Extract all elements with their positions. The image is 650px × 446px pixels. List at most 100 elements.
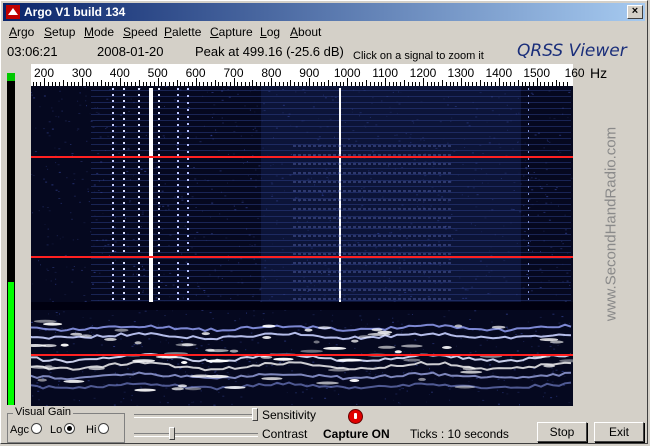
signal-blob <box>260 355 273 359</box>
noise-speck <box>549 141 551 143</box>
noise-speck <box>529 337 532 339</box>
noise-speck <box>286 352 288 354</box>
noise-speck <box>93 397 96 399</box>
signal-dot <box>123 208 125 210</box>
signal-dot <box>158 220 160 222</box>
noise-speck <box>338 393 340 395</box>
sensitivity-thumb[interactable] <box>252 408 258 421</box>
noise-speck <box>564 229 567 231</box>
contrast-slider[interactable] <box>134 426 258 442</box>
noise-speck <box>89 113 91 115</box>
noise-speck <box>129 201 131 203</box>
close-button[interactable]: × <box>627 5 643 19</box>
noise-speck <box>295 392 297 394</box>
exit-button[interactable]: Exit <box>594 422 644 442</box>
signal-blob <box>460 370 483 374</box>
agc-radio-dot[interactable] <box>30 423 42 434</box>
noise-speck <box>563 375 566 377</box>
noise-speck <box>38 210 40 212</box>
menu-palette[interactable]: Palette <box>164 25 201 39</box>
signal-blob <box>229 349 239 353</box>
signal-blob <box>491 325 506 329</box>
spectrogram-canvas[interactable] <box>31 86 573 406</box>
noise-speck <box>46 132 49 134</box>
noise-speck <box>221 340 224 341</box>
noise-speck <box>546 139 548 141</box>
menu-log[interactable]: Log <box>260 25 280 39</box>
menu-capture[interactable]: Capture <box>210 25 253 39</box>
noise-speck <box>239 318 241 320</box>
noise-speck <box>265 365 268 367</box>
menu-mode[interactable]: Mode <box>84 25 114 39</box>
stripe <box>91 234 571 235</box>
contrast-label: Contrast <box>262 427 308 441</box>
noise-speck <box>185 371 186 373</box>
visual-gain-group: Visual Gain Agc Lo Hi <box>7 406 125 443</box>
agc-radio[interactable]: Agc <box>10 423 42 436</box>
hi-radio-dot[interactable] <box>98 423 110 434</box>
spectrogram-display[interactable] <box>31 86 573 406</box>
lo-radio-dot[interactable] <box>64 423 76 434</box>
signal-dot <box>528 151 529 153</box>
noise-speck <box>255 362 257 363</box>
noise-speck <box>31 321 33 323</box>
signal-dot <box>138 148 140 150</box>
noise-speck <box>176 145 179 147</box>
noise-speck <box>410 352 412 354</box>
noise-speck <box>213 371 216 373</box>
noise-speck <box>392 317 394 319</box>
noise-speck <box>106 126 108 128</box>
signal-dot <box>187 109 189 111</box>
noise-speck <box>71 218 73 220</box>
noise-speck <box>148 338 151 340</box>
signal-dot <box>138 100 140 102</box>
noise-speck <box>51 243 54 245</box>
stop-button[interactable]: Stop <box>537 422 587 442</box>
noise-speck <box>538 179 540 180</box>
scale-label: 1400 <box>485 66 513 80</box>
frequency-scale[interactable]: 200 300 400 500 600 700 800 900 1000 1100 1200 1300… <box>31 64 585 86</box>
noise-speck <box>159 401 161 403</box>
menu-setup[interactable]: Setup <box>44 25 75 39</box>
lo-radio[interactable]: Lo <box>50 423 76 436</box>
menu-speed[interactable]: Speed <box>123 25 158 39</box>
sensitivity-slider[interactable] <box>134 407 258 423</box>
noise-speck <box>301 391 304 393</box>
signal-dot <box>123 184 125 186</box>
noise-speck <box>398 402 400 404</box>
noise-speck <box>356 403 358 405</box>
noise-speck <box>55 189 58 191</box>
noise-speck <box>234 320 236 322</box>
title-bar[interactable]: Argo V1 build 134 × <box>3 3 645 21</box>
noise-speck <box>84 266 86 268</box>
noise-speck <box>254 111 256 113</box>
noise-speck <box>147 98 149 100</box>
signal-dot <box>138 268 140 270</box>
noise-speck <box>392 321 394 323</box>
signal-dot <box>158 124 160 126</box>
menu-argo[interactable]: Argo <box>9 25 34 39</box>
stripe <box>91 252 571 253</box>
noise-speck <box>71 269 74 271</box>
noise-speck <box>241 278 243 280</box>
noise-speck <box>32 175 35 176</box>
stripe <box>91 258 571 259</box>
noise-speck <box>87 191 89 193</box>
noise-speck <box>110 173 112 175</box>
hi-radio[interactable]: Hi <box>86 423 110 436</box>
noise-speck <box>163 395 165 397</box>
contrast-thumb[interactable] <box>169 427 176 440</box>
noise-speck <box>158 205 161 207</box>
signal-dot <box>123 100 125 102</box>
noise-speck <box>225 237 228 239</box>
signal-blob <box>224 386 246 389</box>
signal-dot <box>528 109 529 111</box>
signal-dot <box>158 178 160 180</box>
signal-blob <box>181 343 194 347</box>
noise-speck <box>506 393 509 395</box>
noise-speck <box>213 104 216 106</box>
signal-blob <box>394 350 402 354</box>
signal-dot <box>138 106 140 108</box>
noise-speck <box>283 361 285 362</box>
menu-about[interactable]: About <box>290 25 321 39</box>
